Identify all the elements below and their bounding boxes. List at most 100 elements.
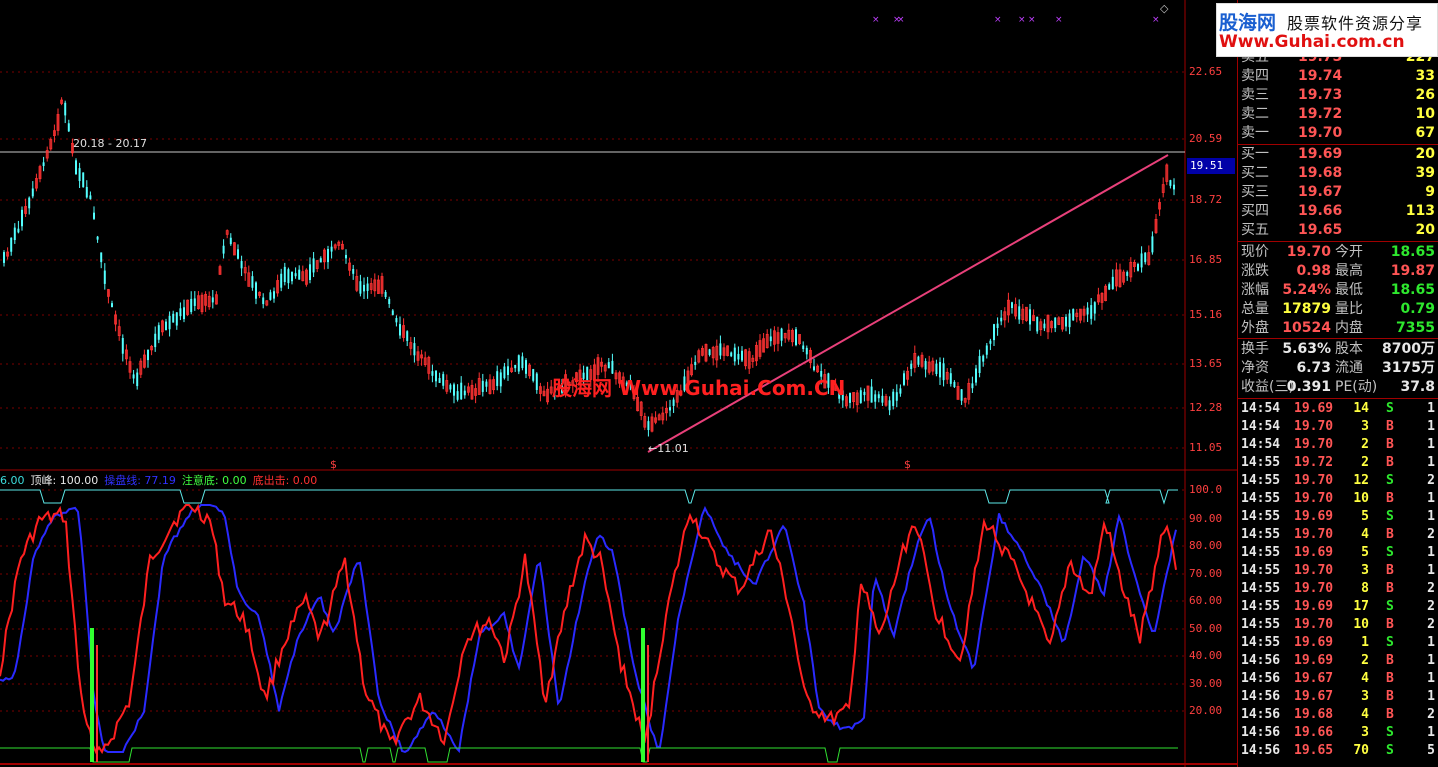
bid-label: 买三 — [1241, 184, 1269, 200]
tick-volume: 2 — [1361, 653, 1369, 668]
logo-brand: 股海网 — [1219, 12, 1277, 34]
candle-body — [971, 383, 974, 389]
bid-volume: 20 — [1415, 222, 1435, 238]
candle-body — [172, 313, 175, 323]
tick-price: 19.68 — [1294, 707, 1334, 722]
ask-volume: 67 — [1415, 125, 1435, 141]
tick-row: 14:56 19.69 2 B 1 — [1238, 652, 1438, 670]
candle-body — [10, 237, 13, 252]
candle-body — [741, 350, 743, 361]
bid-label: 买四 — [1241, 203, 1269, 219]
tick-time: 14:55 — [1241, 455, 1281, 470]
tick-count: 5 — [1427, 743, 1435, 758]
tick-price: 19.70 — [1294, 473, 1334, 488]
bottom-watch-line — [0, 747, 1178, 763]
tick-count: 1 — [1427, 671, 1435, 686]
candle-body — [535, 373, 538, 390]
candle-body — [136, 372, 139, 387]
tick-side: B — [1386, 689, 1394, 704]
candle-body — [183, 307, 185, 320]
quote-label: 现价 — [1241, 244, 1269, 260]
quote-label: 外盘 — [1241, 320, 1269, 336]
candle-body — [287, 269, 290, 284]
indicator-legend-item: 底出击: 0.00 — [252, 474, 318, 487]
tick-price: 19.65 — [1294, 743, 1334, 758]
candle-body — [849, 393, 851, 403]
candle-body — [985, 345, 988, 355]
logo-url: Www.Guhai.com.cn — [1219, 32, 1405, 52]
bottom-signal-bar — [641, 628, 645, 762]
candle-body — [190, 298, 193, 313]
tick-volume: 12 — [1353, 473, 1369, 488]
low-annotation-wrap: ←11.01 — [648, 442, 689, 455]
fund-value: 3175万 — [1382, 360, 1435, 376]
candle-body — [1043, 323, 1046, 329]
site-logo[interactable]: 股海网 股票软件资源分享 Www.Guhai.com.cn — [1216, 3, 1438, 57]
candle-body — [517, 355, 520, 372]
candle-body — [319, 258, 322, 263]
quote-label: 最低 — [1335, 282, 1363, 298]
tick-count: 1 — [1427, 509, 1435, 524]
tick-count: 1 — [1427, 491, 1435, 506]
candle-body — [64, 102, 67, 116]
candle-body — [237, 249, 239, 259]
tick-side: B — [1386, 581, 1394, 596]
tick-time: 14:55 — [1241, 599, 1281, 614]
tick-side: S — [1386, 473, 1394, 488]
signal-marker: × — [994, 15, 1002, 25]
bid-row: 买四 19.66 113 — [1238, 202, 1438, 221]
tick-price: 19.70 — [1294, 563, 1334, 578]
quote-value: 10524 — [1282, 320, 1331, 336]
candle-body — [769, 336, 772, 342]
tick-row: 14:55 19.69 5 S 1 — [1238, 544, 1438, 562]
tick-row: 14:56 19.66 3 S 1 — [1238, 724, 1438, 742]
tick-price: 19.69 — [1294, 401, 1334, 416]
current-price-tag: 19.51 — [1187, 158, 1235, 174]
candle-body — [1090, 305, 1093, 319]
tick-side: B — [1386, 653, 1394, 668]
candle-body — [175, 312, 178, 326]
candle-body — [1072, 309, 1075, 321]
candle-body — [1000, 317, 1003, 322]
candle-body — [935, 363, 938, 375]
quote-value: 18.65 — [1390, 244, 1435, 260]
candle-body — [481, 380, 484, 392]
tick-volume: 4 — [1361, 527, 1369, 542]
diamond-icon: ◇ — [1160, 2, 1169, 15]
candle-body — [460, 382, 463, 400]
quote-label: 内盘 — [1335, 320, 1363, 336]
candle-body — [294, 273, 297, 277]
signal-marker: × — [1018, 15, 1026, 25]
axis-tick-label: 80.00 — [1189, 539, 1223, 552]
candle-body — [1068, 313, 1071, 328]
candle-body — [892, 391, 895, 406]
quote-row: 涨跌 0.98 最高 19.87 — [1238, 262, 1438, 281]
ask-price: 19.73 — [1298, 87, 1343, 103]
tick-side: B — [1386, 707, 1394, 722]
candle-body — [449, 384, 452, 390]
tick-volume: 8 — [1361, 581, 1369, 596]
candle-body — [975, 368, 977, 383]
tick-row: 14:54 19.70 3 B 1 — [1238, 418, 1438, 436]
candle-body — [989, 340, 992, 344]
quote-label: 涨幅 — [1241, 282, 1269, 298]
tick-side: B — [1386, 491, 1394, 506]
quote-label: 最高 — [1335, 263, 1363, 279]
tick-price: 19.70 — [1294, 617, 1334, 632]
candle-body — [17, 228, 20, 233]
candle-body — [391, 310, 394, 315]
bottom-attack-bar — [647, 645, 649, 762]
quote-row: 总量 17879 量比 0.79 — [1238, 300, 1438, 319]
fund-row: 收益(三) 0.391 PE(动) 37.8 — [1238, 378, 1438, 397]
candle-body — [1151, 236, 1154, 253]
tick-time: 14:54 — [1241, 419, 1281, 434]
candle-body — [1108, 284, 1111, 290]
tick-time: 14:55 — [1241, 491, 1281, 506]
candle-body — [899, 388, 902, 394]
tick-side: S — [1386, 635, 1394, 650]
tick-row: 14:55 19.69 1 S 1 — [1238, 634, 1438, 652]
tick-count: 1 — [1427, 725, 1435, 740]
tick-side: S — [1386, 545, 1394, 560]
fund-label: 股本 — [1335, 341, 1363, 357]
tick-volume: 70 — [1353, 743, 1369, 758]
